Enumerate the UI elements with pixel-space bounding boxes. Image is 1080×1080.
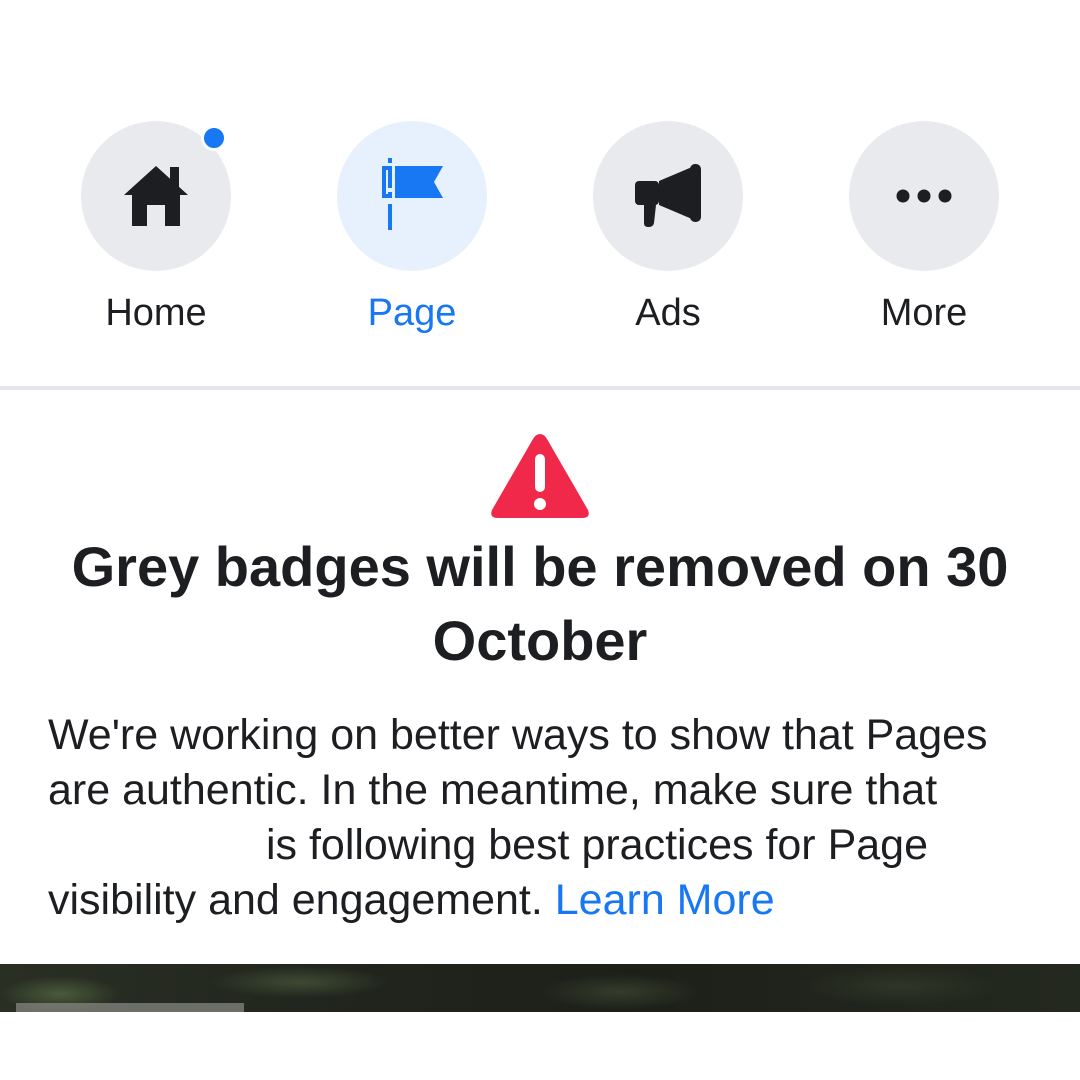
nav-label-page: Page xyxy=(367,292,457,334)
ads-button[interactable] xyxy=(593,121,743,271)
nav-label-more: More xyxy=(880,292,968,334)
more-dots-icon xyxy=(896,189,952,203)
home-button[interactable] xyxy=(81,121,231,271)
page-container: Home Page Ads More Grey badges will be r… xyxy=(0,0,1080,1080)
notice-title: Grey badges will be removed on 30 Octobe… xyxy=(71,535,1009,672)
warning-icon xyxy=(491,434,589,518)
learn-more-link[interactable]: Learn More xyxy=(555,876,775,924)
notification-dot xyxy=(201,125,227,151)
more-button[interactable] xyxy=(849,121,999,271)
notice-body-part-2: is following best practices for Page vis… xyxy=(48,821,929,924)
notice-body: We're working on better ways to show tha… xyxy=(48,708,1048,928)
page-button[interactable] xyxy=(337,121,487,271)
flag-icon xyxy=(382,158,443,230)
cover-photo-overlay xyxy=(16,1003,244,1012)
nav-label-home: Home xyxy=(105,292,207,334)
top-navigation: Home Page Ads More xyxy=(0,0,1080,388)
nav-item-more[interactable]: More xyxy=(849,121,999,335)
nav-label-ads: Ads xyxy=(635,292,701,334)
section-divider xyxy=(0,386,1080,390)
megaphone-icon xyxy=(635,164,701,227)
nav-item-page[interactable]: Page xyxy=(337,121,487,335)
home-icon xyxy=(124,166,188,226)
nav-item-home[interactable]: Home xyxy=(81,121,231,335)
nav-item-ads[interactable]: Ads xyxy=(593,121,743,335)
notice-body-part-1: We're working on better ways to show tha… xyxy=(48,711,988,814)
